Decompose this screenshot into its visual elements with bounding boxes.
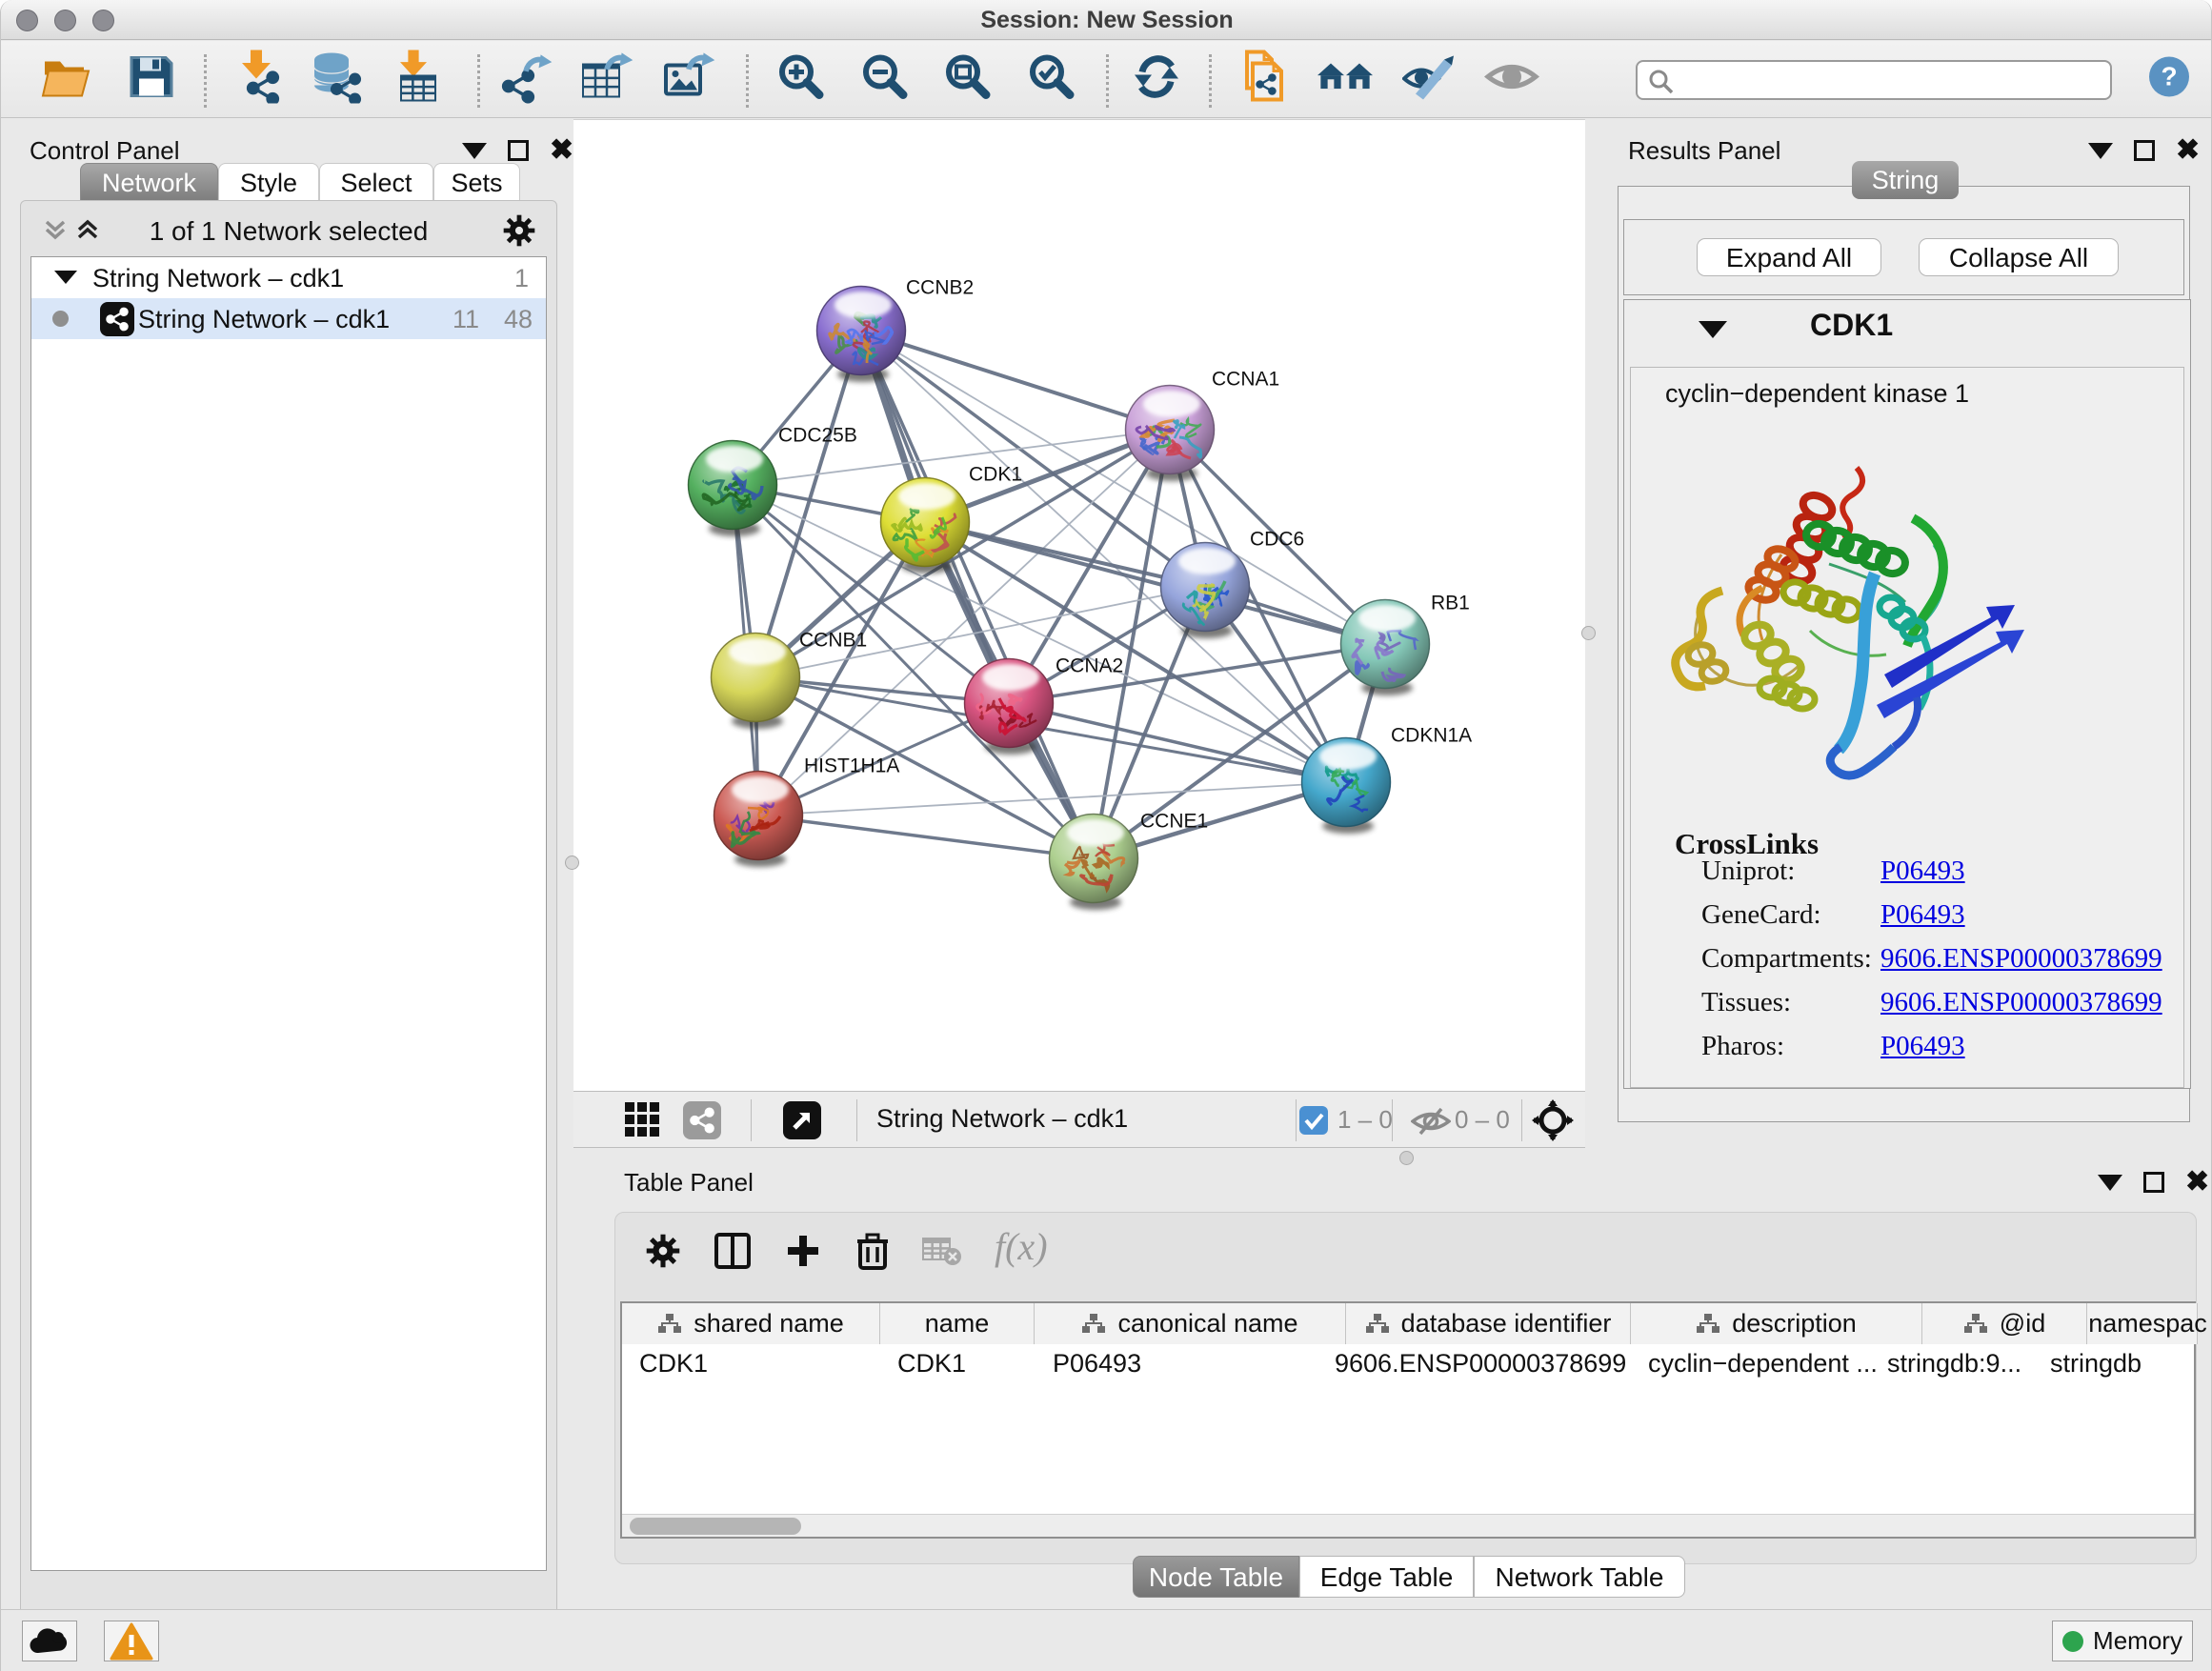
- svg-text:?: ?: [2161, 62, 2177, 91]
- svg-text:CCNA2: CCNA2: [1056, 655, 1123, 677]
- svg-text:CDK1: CDK1: [969, 464, 1022, 486]
- svg-text:CCNA1: CCNA1: [1212, 369, 1279, 391]
- svg-text:CDKN1A: CDKN1A: [1391, 725, 1472, 747]
- svg-text:CCNE1: CCNE1: [1140, 811, 1208, 833]
- svg-text:CCNB2: CCNB2: [906, 277, 974, 299]
- svg-text:CCNB1: CCNB1: [799, 630, 867, 652]
- svg-text:CDC25B: CDC25B: [778, 425, 857, 447]
- svg-text:RB1: RB1: [1431, 593, 1470, 614]
- svg-text:HIST1H1A: HIST1H1A: [804, 755, 899, 777]
- svg-text:CDC6: CDC6: [1250, 529, 1304, 551]
